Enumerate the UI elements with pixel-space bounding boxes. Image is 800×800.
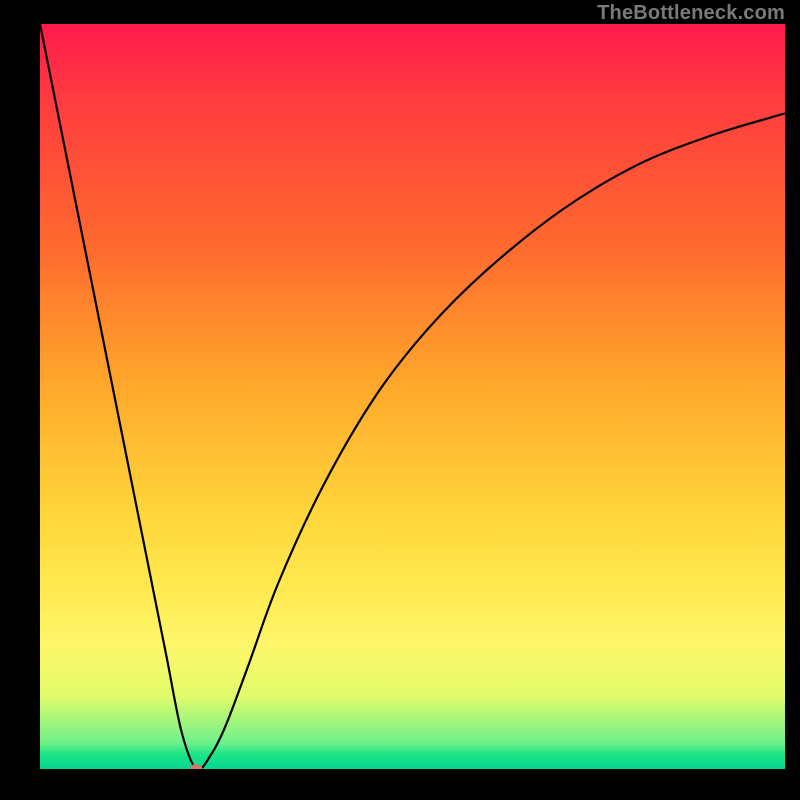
chart-frame: TheBottleneck.com [0, 0, 800, 800]
optimal-point-marker [190, 764, 203, 769]
attribution-text: TheBottleneck.com [597, 2, 785, 25]
bottleneck-curve [40, 24, 785, 769]
plot-area [40, 24, 785, 769]
curve-path [40, 24, 785, 769]
